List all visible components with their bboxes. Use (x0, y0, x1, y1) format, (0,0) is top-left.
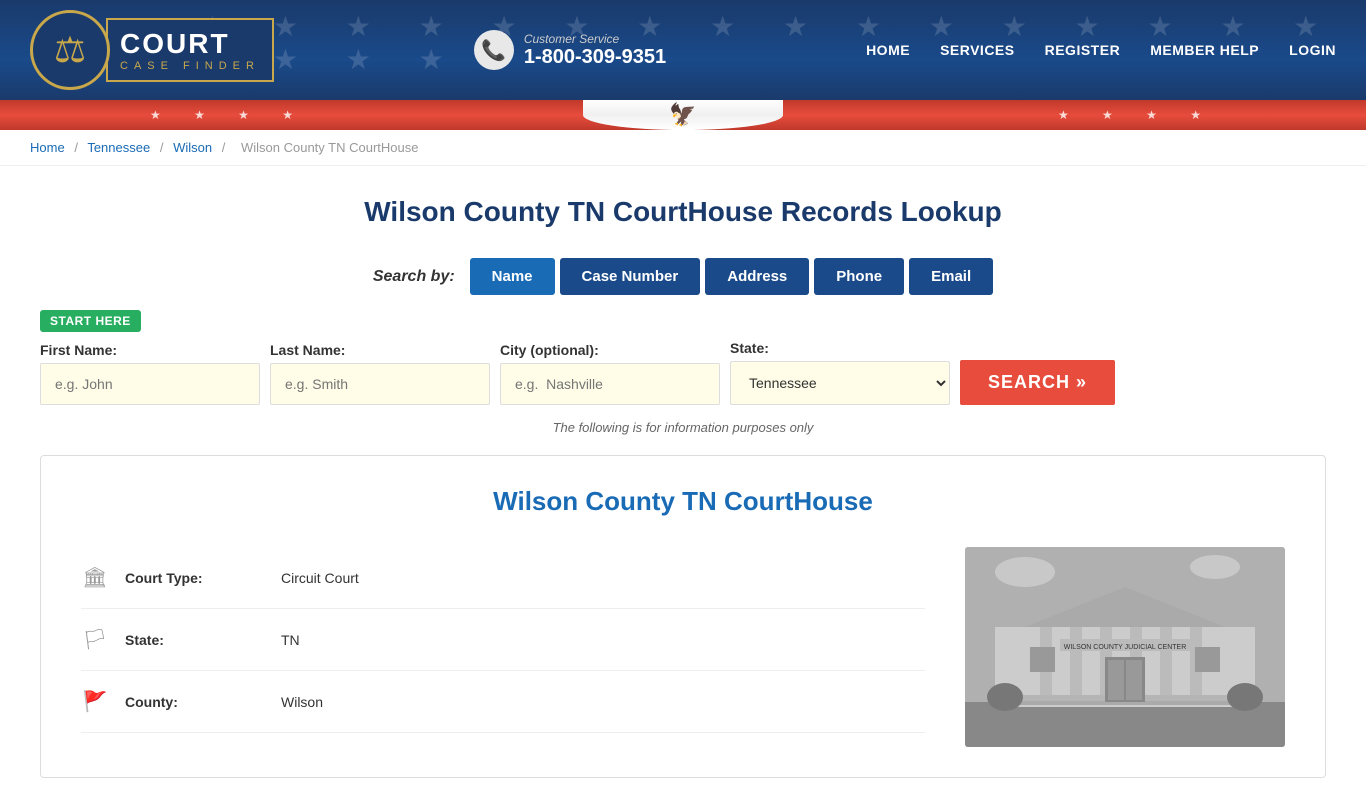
courthouse-info-area: 🏛 Court Type: Circuit Court 🏳 State: TN … (81, 547, 1285, 747)
tab-address[interactable]: Address (705, 258, 809, 295)
logo-icon (30, 10, 110, 90)
phone-icon: 📞 (474, 30, 514, 70)
search-form-row: First Name: Last Name: City (optional): … (40, 340, 1326, 405)
ribbon-stars-right: ★ ★ ★ ★ (1058, 108, 1216, 122)
breadcrumb-county[interactable]: Wilson (173, 140, 212, 155)
breadcrumb: Home / Tennessee / Wilson / Wilson Count… (0, 130, 1366, 166)
court-type-label: Court Type: (125, 570, 265, 586)
courthouse-card-title: Wilson County TN CourtHouse (81, 486, 1285, 517)
county-flag-icon: 🚩 (81, 689, 109, 714)
court-type-icon: 🏛 (81, 565, 109, 590)
search-by-row: Search by: Name Case Number Address Phon… (40, 258, 1326, 295)
county-detail-value: Wilson (281, 694, 323, 710)
tab-case-number[interactable]: Case Number (560, 258, 701, 295)
search-form-area: START HERE First Name: Last Name: City (… (40, 310, 1326, 405)
county-detail-label: County: (125, 694, 265, 710)
breadcrumb-state[interactable]: Tennessee (87, 140, 150, 155)
phone-text: Customer Service 1-800-309-9351 (524, 32, 666, 69)
site-header: COURT CASE FINDER 📞 Customer Service 1-8… (0, 0, 1366, 100)
logo-text: COURT CASE FINDER (106, 18, 274, 82)
city-group: City (optional): (500, 342, 720, 405)
customer-service-label: Customer Service (524, 32, 666, 46)
detail-row-court-type: 🏛 Court Type: Circuit Court (81, 547, 925, 609)
detail-row-county: 🚩 County: Wilson (81, 671, 925, 733)
nav-home[interactable]: HOME (866, 42, 910, 58)
eagle-emblem: 🦅 (669, 102, 696, 128)
first-name-group: First Name: (40, 342, 260, 405)
nav-login[interactable]: LOGIN (1289, 42, 1336, 58)
breadcrumb-home[interactable]: Home (30, 140, 65, 155)
nav-member-help[interactable]: MEMBER HELP (1150, 42, 1259, 58)
city-label: City (optional): (500, 342, 720, 358)
last-name-input[interactable] (270, 363, 490, 405)
state-detail-value: TN (281, 632, 300, 648)
hero-ribbon: ★ ★ ★ ★ 🦅 ★ ★ ★ ★ (0, 100, 1366, 130)
courthouse-details: 🏛 Court Type: Circuit Court 🏳 State: TN … (81, 547, 925, 747)
logo-area: COURT CASE FINDER (30, 10, 274, 90)
detail-row-state: 🏳 State: TN (81, 609, 925, 671)
phone-number: 1-800-309-9351 (524, 46, 666, 68)
svg-text:WILSON COUNTY JUDICIAL CENTER: WILSON COUNTY JUDICIAL CENTER (1064, 644, 1187, 651)
main-nav: HOME SERVICES REGISTER MEMBER HELP LOGIN (866, 42, 1336, 58)
breadcrumb-sep-1: / (74, 140, 78, 155)
last-name-label: Last Name: (270, 342, 490, 358)
breadcrumb-sep-3: / (222, 140, 226, 155)
search-by-label: Search by: (373, 268, 455, 286)
state-flag-icon: 🏳 (81, 627, 109, 652)
city-input[interactable] (500, 363, 720, 405)
nav-services[interactable]: SERVICES (940, 42, 1015, 58)
courthouse-image: WILSON COUNTY JUDICIAL CENTER (965, 547, 1285, 747)
courthouse-svg: WILSON COUNTY JUDICIAL CENTER (965, 547, 1285, 747)
breadcrumb-current: Wilson County TN CourtHouse (241, 140, 419, 155)
courthouse-card: Wilson County TN CourtHouse 🏛 Court Type… (40, 455, 1326, 778)
state-detail-label: State: (125, 632, 265, 648)
first-name-label: First Name: (40, 342, 260, 358)
page-title: Wilson County TN CourtHouse Records Look… (40, 196, 1326, 228)
info-note: The following is for information purpose… (40, 420, 1326, 435)
nav-register[interactable]: REGISTER (1045, 42, 1121, 58)
logo-finder-text: CASE FINDER (120, 60, 260, 72)
tab-phone[interactable]: Phone (814, 258, 904, 295)
first-name-input[interactable] (40, 363, 260, 405)
ribbon-stars-left: ★ ★ ★ ★ (150, 108, 308, 122)
start-here-badge: START HERE (40, 310, 141, 332)
state-label: State: (730, 340, 950, 356)
last-name-group: Last Name: (270, 342, 490, 405)
logo-court-text: COURT (120, 28, 260, 60)
tab-name[interactable]: Name (470, 258, 555, 295)
tab-email[interactable]: Email (909, 258, 993, 295)
phone-area: 📞 Customer Service 1-800-309-9351 (474, 30, 666, 70)
state-select[interactable]: Tennessee (730, 361, 950, 405)
main-content: Wilson County TN CourtHouse Records Look… (0, 166, 1366, 808)
breadcrumb-sep-2: / (160, 140, 164, 155)
search-button[interactable]: SEARCH » (960, 360, 1115, 405)
state-group: State: Tennessee (730, 340, 950, 405)
court-type-value: Circuit Court (281, 570, 359, 586)
